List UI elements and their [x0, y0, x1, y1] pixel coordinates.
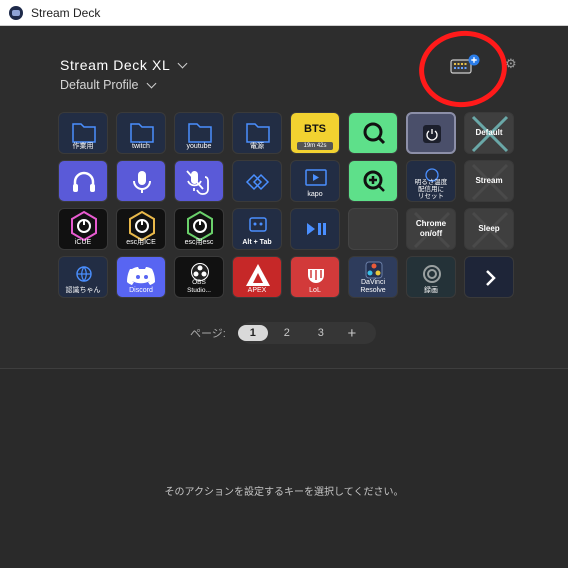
stream-deck-logo-icon: [9, 5, 23, 20]
key-label: DaVinci Resolve: [360, 279, 386, 294]
chevron-down-icon: [177, 58, 188, 68]
key-esc-esc[interactable]: esc用esc: [174, 208, 224, 250]
power-icon: [423, 125, 441, 143]
key-folder-twitch[interactable]: twitch: [116, 112, 166, 154]
key-kapo[interactable]: kapo: [290, 160, 340, 202]
mic-muted-icon: [186, 170, 209, 195]
key-bts-timer[interactable]: BTS 19m 42s: [290, 112, 340, 154]
key-label: 電源: [250, 143, 264, 150]
key-label: BTS: [304, 123, 326, 135]
device-selector[interactable]: Stream Deck XL: [60, 57, 188, 73]
gear-icon[interactable]: ⚙: [505, 56, 519, 72]
headphones-icon: [73, 171, 95, 192]
key-label: iCUE: [74, 239, 92, 246]
key-alt-tab[interactable]: Alt + Tab: [232, 208, 282, 250]
key-stream[interactable]: Stream: [464, 160, 514, 202]
key-folder-sagyou[interactable]: 作業用: [58, 112, 108, 154]
magnifier-icon: [363, 122, 386, 145]
key-magnifier[interactable]: [348, 112, 398, 154]
key-grid: 作業用 twitch youtube 電源 BTS 19m 42s Defaul…: [58, 112, 514, 298]
title-bar: Stream Deck: [0, 0, 568, 26]
window-title: Stream Deck: [31, 5, 101, 20]
key-label: 認識ちゃん: [65, 287, 101, 294]
add-page-button[interactable]: +: [340, 325, 364, 342]
device-name: Stream Deck XL: [60, 57, 171, 73]
profile-name: Default Profile: [60, 78, 139, 92]
key-label: kapo: [307, 191, 323, 198]
zoom-in-icon: [363, 170, 385, 192]
main-area: Stream Deck XL Default Profile ⚙ 作業用 twi…: [0, 25, 568, 568]
empty-state-hint: そのアクションを設定するキーを選択してください。: [164, 487, 404, 498]
profile-selector[interactable]: Default Profile: [60, 78, 156, 92]
key-discord[interactable]: Discord: [116, 256, 166, 298]
key-folder-power[interactable]: 電源: [232, 112, 282, 154]
microphone-icon: [133, 171, 151, 193]
play-pause-icon: [307, 223, 326, 235]
key-zoom-in[interactable]: [348, 160, 398, 202]
chevrons-icon: [245, 173, 270, 191]
key-label: youtube: [186, 143, 212, 150]
chevron-right-icon: [486, 270, 496, 286]
key-record[interactable]: 録画: [406, 256, 456, 298]
pager-label: ページ:: [190, 328, 226, 340]
key-label: 作業用: [72, 143, 94, 150]
key-label: esc用esc: [184, 239, 214, 246]
key-default[interactable]: Default: [464, 112, 514, 154]
chevron-down-icon: [146, 78, 156, 88]
key-label: Alt + Tab: [242, 239, 272, 246]
key-folder-youtube[interactable]: youtube: [174, 112, 224, 154]
key-next-page[interactable]: [464, 256, 514, 298]
key-apex[interactable]: APEX: [232, 256, 282, 298]
key-sleep[interactable]: Sleep: [464, 208, 514, 250]
key-lol[interactable]: LoL: [290, 256, 340, 298]
key-power[interactable]: [406, 112, 456, 154]
key-icue[interactable]: iCUE: [58, 208, 108, 250]
key-chevrons[interactable]: [232, 160, 282, 202]
key-label: 録画: [424, 287, 438, 294]
key-label: Discord: [129, 287, 153, 294]
key-label: 明るさ温度 配信用に リセット: [414, 179, 448, 200]
key-label: APEX: [247, 287, 267, 294]
annotation-circle: [414, 25, 512, 113]
key-headphones[interactable]: [58, 160, 108, 202]
key-label: Sleep: [478, 224, 500, 233]
key-icue-esc[interactable]: esc用ICE: [116, 208, 166, 250]
key-chrome-toggle[interactable]: Chrome on/off: [406, 208, 456, 250]
page-selector: ページ: 1 2 3 +: [190, 322, 376, 344]
key-play-pause[interactable]: [290, 208, 340, 250]
key-ninshiki-chan[interactable]: 認識ちゃん: [58, 256, 108, 298]
key-label: Default: [475, 128, 503, 137]
timer-value: 19m 42s: [297, 142, 333, 150]
key-label: Stream: [475, 176, 503, 185]
action-settings-panel: [0, 369, 568, 568]
key-label: esc用ICE: [126, 239, 156, 246]
key-microphone[interactable]: [116, 160, 166, 202]
key-empty[interactable]: [348, 208, 398, 250]
key-davinci[interactable]: DaVinci Resolve: [348, 256, 398, 298]
key-obs[interactable]: OBS Studio...: [174, 256, 224, 298]
page-button-1[interactable]: 1: [237, 325, 268, 341]
key-label: Chrome on/off: [415, 219, 447, 238]
key-label: twitch: [132, 143, 150, 150]
key-mic-muted[interactable]: [174, 160, 224, 202]
key-label: LoL: [309, 287, 321, 294]
key-brightness-reset[interactable]: 明るさ温度 配信用に リセット: [406, 160, 456, 202]
key-label: OBS Studio...: [187, 279, 211, 294]
page-button-3[interactable]: 3: [306, 325, 336, 341]
page-button-2[interactable]: 2: [272, 325, 302, 341]
